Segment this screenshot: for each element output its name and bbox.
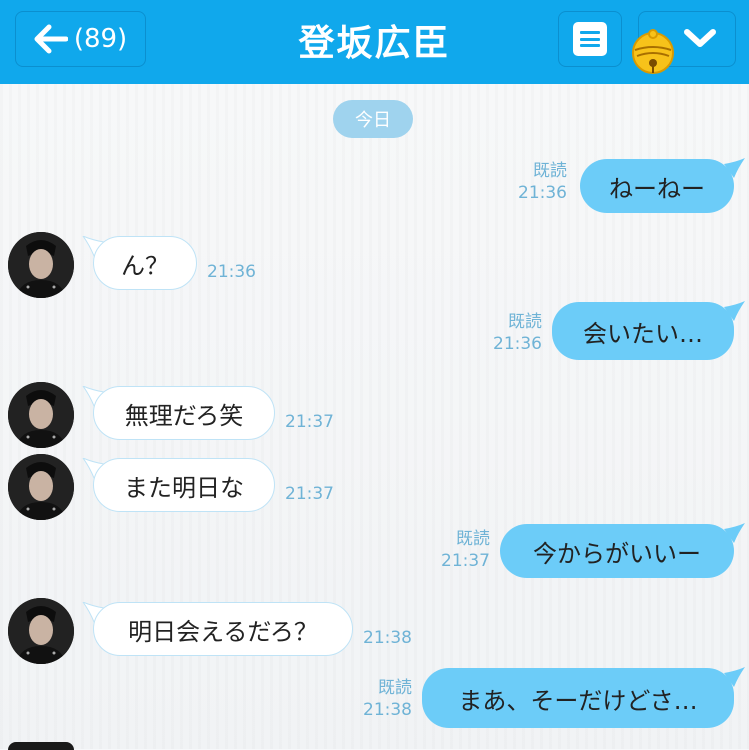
timestamp: 21:37 [285, 484, 334, 504]
bell-icon [632, 29, 674, 74]
bubble-tail [724, 523, 745, 543]
avatar-image [8, 454, 74, 520]
chevron-down-icon [684, 29, 716, 47]
outgoing-message[interactable]: まあ、そーだけどさ… [422, 668, 734, 728]
outgoing-message[interactable]: ねーねー [580, 159, 734, 213]
avatar-image [8, 232, 74, 298]
incoming-message[interactable]: また明日な [93, 458, 275, 512]
read-receipt: 既読 [378, 678, 412, 698]
message-text: まあ、そーだけどさ… [458, 686, 698, 715]
avatar[interactable] [8, 382, 74, 448]
bubble-tail [724, 301, 745, 321]
menu-icon [573, 22, 607, 56]
timestamp: 21:36 [493, 334, 542, 354]
incoming-message[interactable]: ん？ [93, 236, 197, 290]
bubble-tail [724, 158, 745, 178]
outgoing-message[interactable]: 今からがいいー [500, 524, 734, 578]
timestamp: 21:38 [363, 700, 412, 720]
read-receipt: 既読 [533, 161, 567, 181]
chat-area[interactable]: 今日 既読 21:36 ねーねー ん？ 21:36 既読 21:36 会いたい… [0, 84, 749, 750]
incoming-message[interactable]: 無理だろ笑 [93, 386, 275, 440]
read-receipt: 既読 [456, 529, 490, 549]
timestamp: 21:37 [441, 551, 490, 571]
incoming-message[interactable]: 明日会えるだろ？ [93, 602, 353, 656]
chat-header: (89) 登坂広臣 [0, 0, 749, 84]
timestamp: 21:37 [285, 412, 334, 432]
message-text: 会いたい… [583, 319, 703, 348]
bubble-tail [724, 667, 745, 687]
message-text: ねーねー [609, 174, 705, 203]
date-separator: 今日 [333, 100, 413, 138]
message-text: ん？ [121, 251, 169, 280]
timestamp: 21:36 [207, 262, 256, 282]
message-meta: 既読 21:38 [350, 677, 412, 721]
avatar-image [8, 382, 74, 448]
read-receipt: 既読 [508, 312, 542, 332]
avatar[interactable] [8, 232, 74, 298]
avatar[interactable] [8, 598, 74, 664]
message-text: また明日な [124, 473, 244, 502]
menu-button[interactable] [558, 11, 622, 67]
timestamp: 21:38 [363, 628, 412, 648]
message-text: 今からがいいー [533, 539, 701, 568]
message-text: 無理だろ笑 [124, 401, 244, 430]
message-meta: 既読 21:36 [505, 160, 567, 204]
outgoing-message[interactable]: 会いたい… [552, 302, 734, 360]
timestamp: 21:36 [518, 183, 567, 203]
avatar-image [8, 598, 74, 664]
message-text: 明日会えるだろ？ [128, 617, 318, 646]
message-meta: 既読 21:37 [428, 528, 490, 572]
avatar[interactable] [8, 454, 74, 520]
message-meta: 既読 21:36 [480, 311, 542, 355]
